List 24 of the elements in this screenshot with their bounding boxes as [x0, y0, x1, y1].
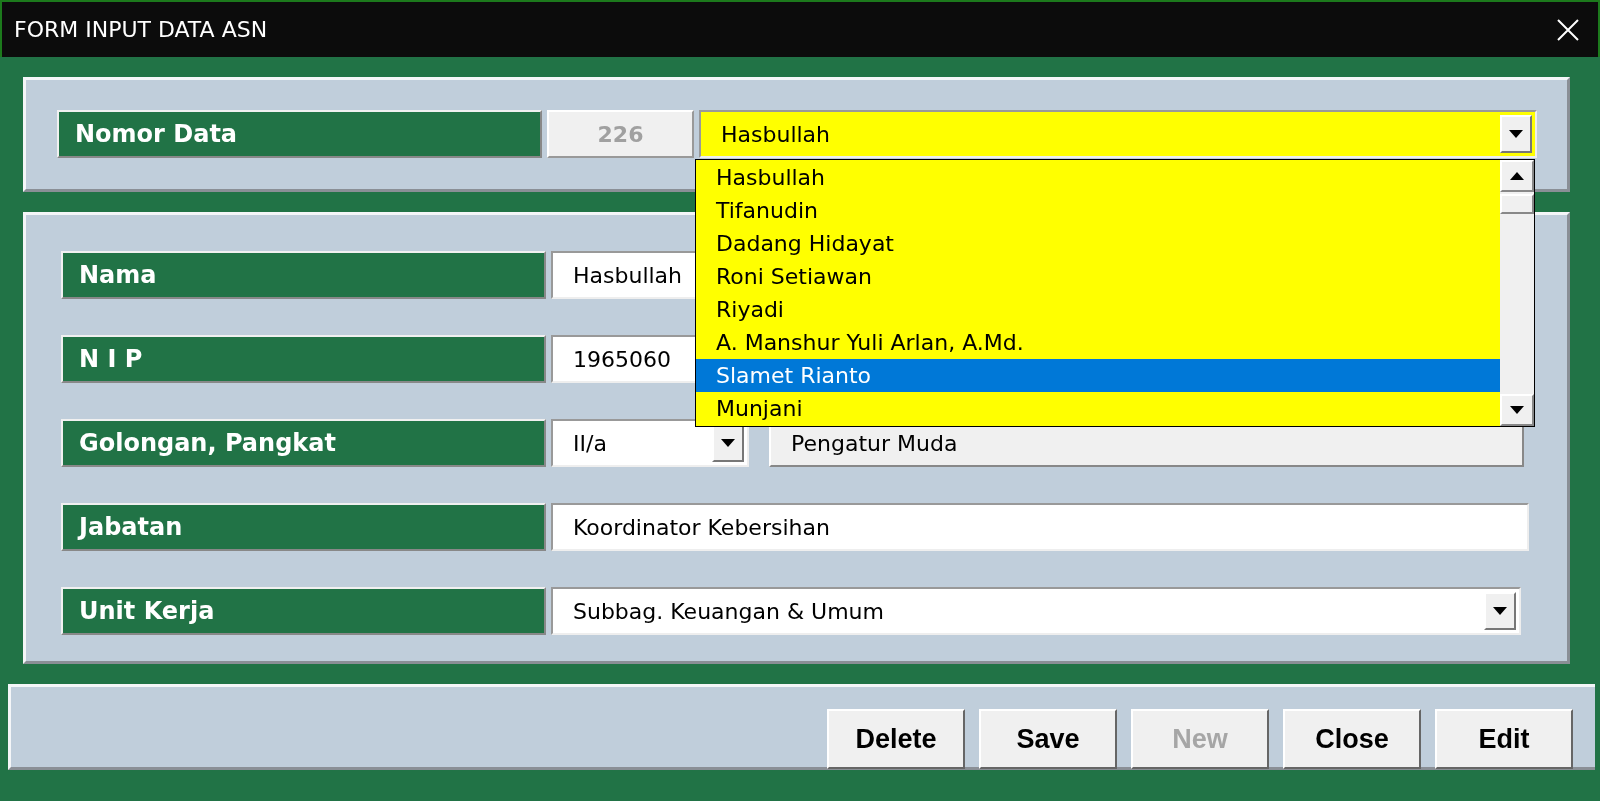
combo-box[interactable]: II/a	[551, 419, 749, 467]
field-label: Golongan, Pangkat	[61, 419, 546, 467]
input-field[interactable]: Koordinator Kebersihan	[551, 503, 1529, 551]
field-label: Jabatan	[61, 503, 546, 551]
field-label: N I P	[61, 335, 546, 383]
dropdown-item[interactable]: Riyadi	[696, 293, 1500, 326]
action-button[interactable]: Save	[979, 709, 1117, 769]
dropdown-item[interactable]: Slamet Rianto	[696, 359, 1500, 392]
combo-box[interactable]: Subbag. Keuangan & Umum	[551, 587, 1521, 635]
window-title: FORM INPUT DATA ASN	[13, 17, 268, 42]
dropdown-item[interactable]: Tifanudin	[696, 194, 1500, 227]
action-button[interactable]: Close	[1283, 709, 1421, 769]
action-button[interactable]: Edit	[1435, 709, 1573, 769]
dropdown-item[interactable]: Roni Setiawan	[696, 260, 1500, 293]
dropdown-item[interactable]: A. Manshur Yuli Arlan, A.Md.	[696, 326, 1500, 359]
record-number-field: 226	[547, 110, 694, 158]
field-label: Nama	[61, 251, 546, 299]
action-button[interactable]: Delete	[827, 709, 965, 769]
name-combo-box[interactable]: Hasbullah	[699, 110, 1537, 158]
scroll-bar[interactable]	[1500, 160, 1534, 426]
dropdown-item[interactable]: Hasbullah	[696, 161, 1500, 194]
dropdown-item[interactable]: Dadang Hidayat	[696, 227, 1500, 260]
field-label: Nomor Data	[57, 110, 542, 158]
field-label: Unit Kerja	[61, 587, 546, 635]
